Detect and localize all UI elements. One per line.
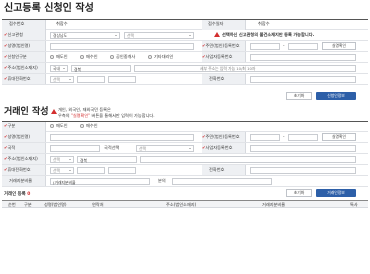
receipt-no-value: 취합수: [56, 21, 68, 26]
radio-agent[interactable]: [148, 55, 152, 59]
rrn-label: ✔주민(법인)등록번호: [202, 43, 240, 48]
address-detail-placeholder: 세부 주소는 입력 가능 10/최 10자: [200, 66, 256, 71]
reset-applicant-button[interactable]: 초기화: [286, 92, 312, 100]
nationality-label: ✔국적: [4, 145, 16, 150]
col-share: 거래지분비율: [262, 202, 286, 207]
trader-phone-label: 전화번호: [209, 167, 225, 172]
trader-rrn-back-input[interactable]: [288, 134, 318, 141]
trader-section-title: 거래인 작성: [4, 107, 49, 117]
trader-rrn-front-input[interactable]: [250, 134, 280, 141]
trader-notice-line1: 개인, 외국인, 재외국민 등록은: [58, 107, 111, 112]
agency-label: ✔신고관청: [4, 32, 23, 37]
trader-radio-seller[interactable]: [50, 124, 54, 128]
receipt-date-label: 접수일자: [208, 21, 224, 26]
col-contact: 연락처: [92, 202, 104, 207]
bizno-input[interactable]: [250, 54, 356, 61]
trader-info-button[interactable]: 거래인정보: [316, 189, 356, 197]
trader-address-region-input[interactable]: 경북: [77, 156, 137, 163]
trader-radio-buyer-label: 매수인: [86, 123, 98, 128]
share-label: 거래지분비율: [9, 178, 33, 183]
warning-icon: [214, 32, 220, 37]
trader-notice-line2: 우측의 "실명확인" 버튼을 통해서만 입력이 가능합니다.: [58, 113, 155, 118]
mobile-label: ✔휴대전화번호: [4, 76, 31, 81]
nationality-input[interactable]: [50, 145, 100, 152]
phone-input[interactable]: [250, 76, 356, 83]
trader-bizno-label: ✔사업자등록번호: [202, 145, 233, 150]
applicant-info-button[interactable]: 신청인정보: [316, 92, 356, 100]
bizno-label: ✔사업자등록번호: [202, 54, 233, 59]
name-label: ✔성명(법인명): [4, 43, 31, 48]
address-label: ✔주소(법인소재지): [4, 65, 38, 70]
rrn-dash: -: [283, 43, 285, 48]
radio-buyer[interactable]: [80, 55, 84, 59]
receipt-date-value: 취합수: [258, 21, 270, 26]
trader-address-label: ✔주소(법인소재지): [4, 156, 38, 161]
trader-table-body: [2, 208, 368, 268]
col-seq: 순번: [8, 202, 16, 207]
applicant-type-label: ✔신청인구분: [4, 54, 27, 59]
trader-phone-input[interactable]: [250, 167, 356, 174]
trader-rrn-label: ✔주민(법인)등록번호: [202, 134, 240, 139]
trader-list-title: 거래인 등록 0: [4, 192, 31, 197]
trader-address-detail-input[interactable]: [140, 156, 356, 163]
radio-seller[interactable]: [50, 55, 54, 59]
share-denominator-input[interactable]: (거래지분비율: [50, 178, 150, 185]
share-numerator-input[interactable]: [172, 178, 272, 185]
trader-name-label: ✔성명(법인명): [4, 134, 31, 139]
warning-icon: [51, 109, 57, 114]
trader-address-select[interactable]: 선택: [50, 156, 74, 163]
trader-mobile-prefix-select[interactable]: 선택: [50, 167, 74, 174]
rrn-back-input[interactable]: [288, 43, 318, 50]
trader-radio-buyer[interactable]: [80, 124, 84, 128]
page-title: 신고등록 신청인 작성: [4, 3, 94, 14]
rrn-front-input[interactable]: [250, 43, 280, 50]
trader-bizno-input[interactable]: [250, 145, 356, 152]
phone-label: 전화번호: [209, 76, 225, 81]
reset-trader-button[interactable]: 초기화: [286, 189, 312, 197]
address-country-select[interactable]: 국내: [50, 65, 68, 72]
share-unit: 분의: [158, 178, 166, 183]
radio-buyer-label: 매수인: [86, 54, 98, 59]
radio-broker-label: 공인중개사: [116, 54, 136, 59]
nationality-sub-label: 국적선택: [104, 145, 120, 150]
mobile-last-input[interactable]: [108, 76, 136, 83]
address-region-input[interactable]: 경북: [71, 65, 131, 72]
mobile-prefix-select[interactable]: 선택: [50, 76, 74, 83]
nationality-select[interactable]: 선택: [136, 145, 194, 152]
trader-mobile-label: ✔휴대전화번호: [4, 167, 31, 172]
trader-rrn-dash: -: [283, 134, 285, 139]
radio-broker[interactable]: [110, 55, 114, 59]
trader-type-label: ✔구분: [4, 123, 16, 128]
radio-seller-label: 매도인: [56, 54, 68, 59]
mobile-mid-input[interactable]: [77, 76, 105, 83]
agency-district-select[interactable]: 선택: [124, 32, 194, 39]
name-input[interactable]: [50, 43, 194, 50]
col-address: 주소(법인소재지): [166, 202, 197, 207]
agency-note: 선택하신 신고관청의 불건소재지만 등록 가능합니다.: [222, 32, 315, 37]
radio-agent-label: 기타대리인: [154, 54, 174, 59]
col-type: 구분: [24, 202, 32, 207]
trader-mobile-last-input[interactable]: [108, 167, 136, 174]
trader-radio-seller-label: 매도인: [56, 123, 68, 128]
receipt-no-label: 접수번호: [9, 21, 25, 26]
trader-verify-button[interactable]: 실명확인: [322, 133, 356, 141]
col-special: 특사: [350, 202, 358, 207]
trader-name-input[interactable]: [50, 134, 194, 141]
agency-province-select[interactable]: 경상남도: [50, 32, 120, 39]
col-name: 성명(법인명): [44, 202, 67, 207]
trader-mobile-mid-input[interactable]: [77, 167, 105, 174]
verify-name-button[interactable]: 실명확인: [322, 42, 356, 50]
